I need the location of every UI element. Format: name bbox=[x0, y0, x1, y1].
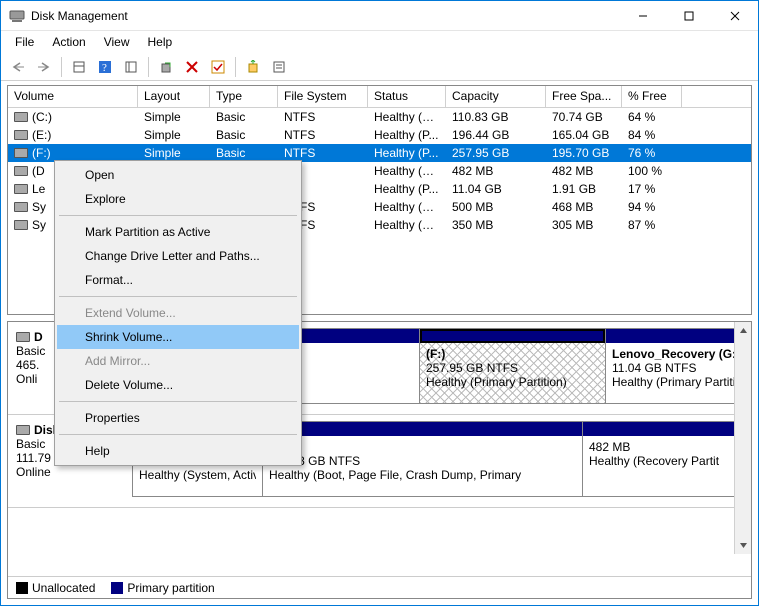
forward-button[interactable] bbox=[33, 56, 55, 78]
back-button[interactable] bbox=[7, 56, 29, 78]
disk-icon bbox=[16, 425, 30, 435]
partition-header bbox=[263, 422, 582, 436]
legend-unallocated: Unallocated bbox=[16, 581, 95, 595]
volume-row[interactable]: (E:)SimpleBasicNTFSHealthy (P...196.44 G… bbox=[8, 126, 751, 144]
volume-icon bbox=[14, 202, 28, 212]
col-capacity[interactable]: Capacity bbox=[446, 86, 546, 107]
partition[interactable]: 482 MBHealthy (Recovery Partit bbox=[583, 422, 743, 496]
partition-body: (C:)110.83 GB NTFSHealthy (Boot, Page Fi… bbox=[263, 436, 582, 496]
minimize-button[interactable] bbox=[620, 1, 666, 30]
partition-body: Lenovo_Recovery (G:)11.04 GB NTFSHealthy… bbox=[606, 343, 744, 403]
scrollbar[interactable] bbox=[734, 322, 751, 554]
tool-icon[interactable] bbox=[120, 56, 142, 78]
column-headers: Volume Layout Type File System Status Ca… bbox=[8, 86, 751, 108]
volume-icon bbox=[14, 184, 28, 194]
partition-header bbox=[420, 329, 605, 343]
tool-icon[interactable] bbox=[242, 56, 264, 78]
help-icon[interactable]: ? bbox=[94, 56, 116, 78]
volume-icon bbox=[14, 166, 28, 176]
menubar: File Action View Help bbox=[1, 31, 758, 53]
delete-icon[interactable] bbox=[181, 56, 203, 78]
menu-separator bbox=[59, 434, 297, 435]
scroll-up-icon[interactable] bbox=[735, 322, 752, 339]
context-menu-item[interactable]: Open bbox=[57, 163, 299, 187]
disk-icon bbox=[16, 332, 30, 342]
window-title: Disk Management bbox=[25, 9, 620, 23]
menu-action[interactable]: Action bbox=[44, 33, 93, 51]
col-status[interactable]: Status bbox=[368, 86, 446, 107]
menu-separator bbox=[59, 215, 297, 216]
menu-file[interactable]: File bbox=[7, 33, 42, 51]
col-type[interactable]: Type bbox=[210, 86, 278, 107]
volume-icon bbox=[14, 130, 28, 140]
context-menu: OpenExplore Mark Partition as ActiveChang… bbox=[54, 160, 302, 466]
toolbar: ? bbox=[1, 53, 758, 81]
partition[interactable]: (F:)257.95 GB NTFSHealthy (Primary Parti… bbox=[420, 329, 606, 403]
legend: Unallocated Primary partition bbox=[8, 576, 751, 598]
partition-header bbox=[606, 329, 744, 343]
menu-view[interactable]: View bbox=[96, 33, 138, 51]
titlebar: Disk Management bbox=[1, 1, 758, 31]
partition[interactable]: Lenovo_Recovery (G:)11.04 GB NTFSHealthy… bbox=[606, 329, 744, 403]
menu-separator bbox=[59, 401, 297, 402]
col-freespace[interactable]: Free Spa... bbox=[546, 86, 622, 107]
context-menu-item[interactable]: Explore bbox=[57, 187, 299, 211]
menu-separator bbox=[59, 296, 297, 297]
volume-icon bbox=[14, 220, 28, 230]
maximize-button[interactable] bbox=[666, 1, 712, 30]
tool-icon[interactable] bbox=[68, 56, 90, 78]
partition-body: 482 MBHealthy (Recovery Partit bbox=[583, 436, 743, 496]
col-fs[interactable]: File System bbox=[278, 86, 368, 107]
context-menu-item[interactable]: Help bbox=[57, 439, 299, 463]
col-volume[interactable]: Volume bbox=[8, 86, 138, 107]
volume-row[interactable]: (C:)SimpleBasicNTFSHealthy (B...110.83 G… bbox=[8, 108, 751, 126]
menu-help[interactable]: Help bbox=[140, 33, 181, 51]
scroll-down-icon[interactable] bbox=[735, 537, 752, 554]
close-button[interactable] bbox=[712, 1, 758, 30]
context-menu-item: Extend Volume... bbox=[57, 301, 299, 325]
svg-text:?: ? bbox=[102, 62, 107, 74]
app-icon bbox=[9, 8, 25, 24]
context-menu-item[interactable]: Delete Volume... bbox=[57, 373, 299, 397]
partition-header bbox=[583, 422, 743, 436]
context-menu-item[interactable]: Properties bbox=[57, 406, 299, 430]
volume-icon bbox=[14, 112, 28, 122]
volume-icon bbox=[14, 148, 28, 158]
partition[interactable]: (C:)110.83 GB NTFSHealthy (Boot, Page Fi… bbox=[263, 422, 583, 496]
context-menu-item: Add Mirror... bbox=[57, 349, 299, 373]
legend-primary: Primary partition bbox=[111, 581, 214, 595]
context-menu-item[interactable]: Shrink Volume... bbox=[57, 325, 299, 349]
check-icon[interactable] bbox=[207, 56, 229, 78]
col-pctfree[interactable]: % Free bbox=[622, 86, 682, 107]
col-layout[interactable]: Layout bbox=[138, 86, 210, 107]
context-menu-item[interactable]: Format... bbox=[57, 268, 299, 292]
context-menu-item[interactable]: Change Drive Letter and Paths... bbox=[57, 244, 299, 268]
refresh-icon[interactable] bbox=[155, 56, 177, 78]
partition-body: (F:)257.95 GB NTFSHealthy (Primary Parti… bbox=[420, 343, 605, 403]
context-menu-item[interactable]: Mark Partition as Active bbox=[57, 220, 299, 244]
properties-icon[interactable] bbox=[268, 56, 290, 78]
